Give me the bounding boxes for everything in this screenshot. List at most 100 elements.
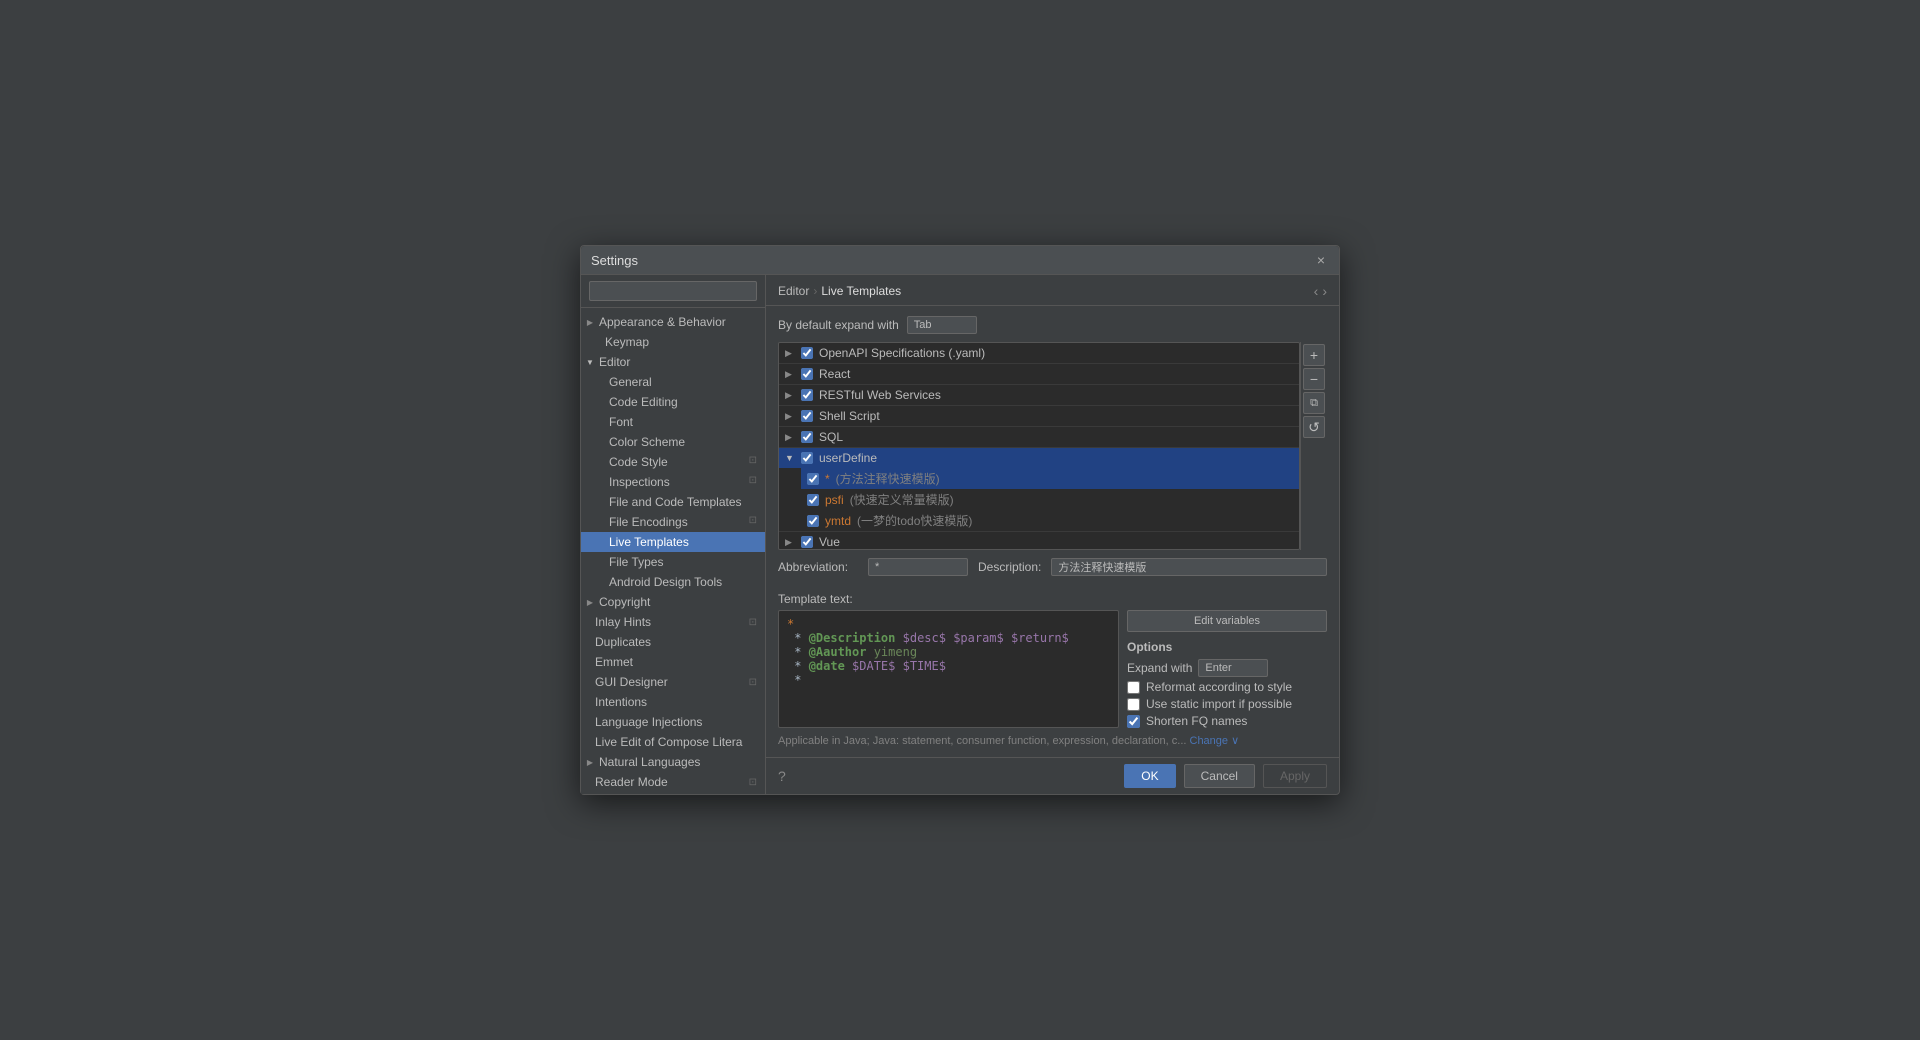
group-checkbox-vue[interactable] — [801, 536, 813, 548]
tpl-item-star[interactable]: * (方法注释快速模版) — [801, 468, 1299, 489]
sidebar-item-code-editing[interactable]: Code Editing — [581, 392, 765, 412]
group-arrow-icon: ▶ — [785, 369, 795, 380]
badge-icon: ⊡ — [749, 777, 757, 788]
tpl-group-restful: ▶ RESTful Web Services — [779, 385, 1299, 406]
group-arrow-icon: ▶ — [785, 390, 795, 401]
help-button[interactable]: ? — [778, 768, 786, 784]
reformat-checkbox[interactable] — [1127, 681, 1140, 694]
group-checkbox-openapi[interactable] — [801, 347, 813, 359]
sidebar-item-language-injections[interactable]: Language Injections — [581, 712, 765, 732]
back-button[interactable]: ‹ — [1314, 283, 1319, 299]
group-checkbox-userdefine[interactable] — [801, 452, 813, 464]
group-name: userDefine — [819, 451, 877, 465]
content-area: Editor › Live Templates ‹ › By default e… — [766, 275, 1339, 794]
tpl-group-shell: ▶ Shell Script — [779, 406, 1299, 427]
sidebar-item-android-design-tools[interactable]: Android Design Tools — [581, 572, 765, 592]
sidebar-item-file-types[interactable]: File Types — [581, 552, 765, 572]
copy-template-button[interactable]: ⧉ — [1303, 392, 1325, 414]
apply-button[interactable]: Apply — [1263, 764, 1327, 788]
sidebar-item-color-scheme[interactable]: Color Scheme — [581, 432, 765, 452]
template-text-label: Template text: — [778, 592, 1327, 606]
sidebar-item-code-style[interactable]: Code Style ⊡ — [581, 452, 765, 472]
ok-button[interactable]: OK — [1124, 764, 1175, 788]
dialog-titlebar: Settings × — [581, 246, 1339, 275]
static-import-checkbox[interactable] — [1127, 698, 1140, 711]
group-arrow-icon: ▶ — [785, 537, 795, 548]
tpl-item-checkbox-star[interactable] — [807, 473, 819, 485]
sidebar-item-live-edit[interactable]: Live Edit of Compose Litera — [581, 732, 765, 752]
group-name: Shell Script — [819, 409, 880, 423]
tpl-group-header-userdefine[interactable]: ▼ userDefine — [779, 448, 1299, 468]
close-button[interactable]: × — [1313, 252, 1329, 268]
sidebar-item-natural-languages[interactable]: ▶ Natural Languages — [581, 752, 765, 772]
tpl-children-userdefine: * (方法注释快速模版) psfi (快速定义常量模版) — [779, 468, 1299, 531]
template-text-area[interactable]: * * @Description $desc$ $param$ $return$… — [778, 610, 1119, 728]
add-template-button[interactable]: + — [1303, 344, 1325, 366]
tpl-item-checkbox-ymtd[interactable] — [807, 515, 819, 527]
group-checkbox-sql[interactable] — [801, 431, 813, 443]
remove-template-button[interactable]: − — [1303, 368, 1325, 390]
content-main: By default expand with Tab Enter Space — [766, 306, 1339, 757]
dialog-overlay: Settings × ▶ Appearance & Behavior Keyma — [0, 0, 1920, 1040]
forward-button[interactable]: › — [1322, 283, 1327, 299]
abbrev-row: Abbreviation: Description: — [778, 558, 1327, 576]
sidebar-item-label: Natural Languages — [599, 755, 700, 769]
revert-template-button[interactable]: ↺ — [1303, 416, 1325, 438]
sidebar-item-keymap[interactable]: Keymap — [581, 332, 765, 352]
group-checkbox-react[interactable] — [801, 368, 813, 380]
search-input[interactable] — [589, 281, 757, 301]
shorten-fq-label: Shorten FQ names — [1146, 714, 1247, 728]
group-name: RESTful Web Services — [819, 388, 941, 402]
sidebar-item-general[interactable]: General — [581, 372, 765, 392]
sidebar-item-inlay-hints[interactable]: Inlay Hints ⊡ — [581, 612, 765, 632]
arrow-icon: ▶ — [585, 318, 595, 327]
tpl-item-abbr: ymtd — [825, 514, 851, 528]
description-input[interactable] — [1051, 558, 1327, 576]
templates-container: ▶ OpenAPI Specifications (.yaml) ▶ — [778, 342, 1327, 550]
nav-arrows: ‹ › — [1314, 283, 1327, 299]
tpl-group-header-openapi[interactable]: ▶ OpenAPI Specifications (.yaml) — [779, 343, 1299, 363]
shorten-fq-checkbox[interactable] — [1127, 715, 1140, 728]
sidebar-item-gui-designer[interactable]: GUI Designer ⊡ — [581, 672, 765, 692]
abbreviation-label: Abbreviation: — [778, 560, 858, 574]
tpl-item-psfi[interactable]: psfi (快速定义常量模版) — [801, 489, 1299, 510]
tpl-item-desc: (一梦的todo快速模版) — [857, 512, 972, 529]
expand-with-select[interactable]: Tab Enter Space Default — [1198, 659, 1268, 677]
sidebar-item-reader-mode[interactable]: Reader Mode ⊡ — [581, 772, 765, 792]
tpl-group-header-shell[interactable]: ▶ Shell Script — [779, 406, 1299, 426]
group-checkbox-shell[interactable] — [801, 410, 813, 422]
sidebar-item-file-code-templates[interactable]: File and Code Templates — [581, 492, 765, 512]
group-name: SQL — [819, 430, 843, 444]
tpl-item-abbr: psfi — [825, 493, 844, 507]
sidebar-item-label: Keymap — [605, 335, 649, 349]
sidebar-item-appearance[interactable]: ▶ Appearance & Behavior — [581, 312, 765, 332]
sidebar-item-intentions[interactable]: Intentions — [581, 692, 765, 712]
group-checkbox-restful[interactable] — [801, 389, 813, 401]
badge-icon: ⊡ — [749, 617, 757, 628]
change-link[interactable]: Change ∨ — [1190, 735, 1240, 747]
sidebar-item-duplicates[interactable]: Duplicates — [581, 632, 765, 652]
tpl-group-openapi: ▶ OpenAPI Specifications (.yaml) — [779, 343, 1299, 364]
tpl-group-header-react[interactable]: ▶ React — [779, 364, 1299, 384]
tpl-item-abbr: * — [825, 472, 830, 486]
sidebar-item-editor[interactable]: ▼ Editor — [581, 352, 765, 372]
sidebar-item-live-templates[interactable]: Live Templates — [581, 532, 765, 552]
edit-variables-button[interactable]: Edit variables — [1127, 610, 1327, 632]
tpl-group-header-sql[interactable]: ▶ SQL — [779, 427, 1299, 447]
expand-default-select[interactable]: Tab Enter Space — [907, 316, 977, 334]
tpl-item-checkbox-psfi[interactable] — [807, 494, 819, 506]
tpl-item-ymtd[interactable]: ymtd (一梦的todo快速模版) — [801, 510, 1299, 531]
sidebar-item-inspections[interactable]: Inspections ⊡ — [581, 472, 765, 492]
tpl-group-header-vue[interactable]: ▶ Vue — [779, 532, 1299, 550]
sidebar-item-font[interactable]: Font — [581, 412, 765, 432]
cancel-button[interactable]: Cancel — [1184, 764, 1255, 788]
templates-panel: ▶ OpenAPI Specifications (.yaml) ▶ — [778, 342, 1300, 550]
sidebar-item-file-encodings[interactable]: File Encodings ⊡ — [581, 512, 765, 532]
group-arrow-icon: ▼ — [785, 453, 795, 463]
tpl-group-header-restful[interactable]: ▶ RESTful Web Services — [779, 385, 1299, 405]
sidebar-item-copyright[interactable]: ▶ Copyright — [581, 592, 765, 612]
reformat-label: Reformat according to style — [1146, 680, 1292, 694]
abbreviation-input[interactable] — [868, 558, 968, 576]
options-label: Options — [1127, 640, 1327, 654]
sidebar-item-emmet[interactable]: Emmet — [581, 652, 765, 672]
